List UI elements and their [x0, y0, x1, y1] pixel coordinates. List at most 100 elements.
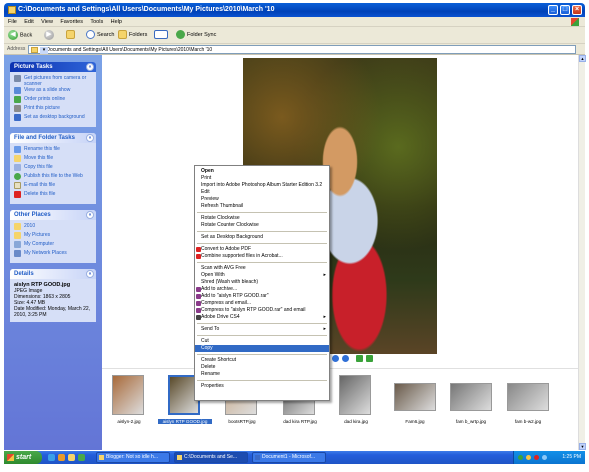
thumbnail-item[interactable]: fam b_wrtp.jpg [448, 373, 494, 433]
forward-button[interactable]: ▶ [44, 30, 56, 41]
tray-icon[interactable] [526, 455, 531, 460]
other-places-header[interactable]: Other Places « [10, 210, 96, 220]
context-menu-item[interactable]: Rename [195, 371, 329, 378]
collapse-chevron-icon[interactable]: « [86, 63, 94, 71]
menu-tools[interactable]: Tools [90, 17, 103, 27]
context-menu-item[interactable]: Properties [195, 383, 329, 390]
task-rename[interactable]: Rename this file [14, 146, 92, 155]
folder-sync-button[interactable]: Folder Sync [176, 30, 216, 41]
menu-file[interactable]: File [8, 17, 17, 27]
menu-view[interactable]: View [41, 17, 53, 27]
place-my-pictures[interactable]: My Pictures [14, 232, 92, 241]
context-menu-item[interactable]: Add to archive... [195, 286, 329, 293]
context-menu-item[interactable]: Compress to "aislyn RTP GOOD.rar" and em… [195, 307, 329, 314]
collapse-chevron-icon[interactable]: « [86, 134, 94, 142]
thumbnail-item[interactable]: fam b-w2.jpg [505, 373, 551, 433]
context-menu-item[interactable]: Add to "aislyn RTP GOOD.rar" [195, 293, 329, 300]
previous-image-button[interactable] [332, 355, 339, 362]
context-menu-item[interactable]: Create Shortcut [195, 357, 329, 364]
address-dropdown-button[interactable]: ▾ [40, 47, 48, 54]
task-delete[interactable]: Delete this file [14, 191, 92, 200]
task-get-pictures[interactable]: Get pictures from camera or scanner [14, 75, 92, 87]
close-button[interactable]: × [572, 5, 582, 15]
context-menu-item[interactable]: Set as Desktop Background [195, 234, 329, 241]
taskbar-button-word[interactable]: Document1 - Microsof... [252, 452, 326, 463]
context-menu-item[interactable]: Rotate Clockwise [195, 215, 329, 222]
scroll-up-button[interactable]: ▲ [579, 55, 586, 62]
scroll-down-button[interactable]: ▼ [579, 443, 586, 450]
title-bar: C:\Documents and Settings\All Users\Docu… [4, 3, 585, 17]
ie-icon[interactable] [48, 454, 55, 461]
address-field[interactable]: C:\Documents and Settings\All Users\Docu… [28, 45, 576, 54]
task-copy[interactable]: Copy this file [14, 164, 92, 173]
task-move[interactable]: Move this file [14, 155, 92, 164]
tray-icon[interactable] [518, 455, 523, 460]
search-button[interactable]: Search [86, 30, 114, 41]
menu-favorites[interactable]: Favorites [60, 17, 83, 27]
context-menu-item[interactable]: Open With ▸ [195, 272, 329, 279]
rotate-clockwise-icon[interactable] [356, 355, 363, 362]
context-menu-item[interactable]: Edit [195, 189, 329, 196]
thumbnail-item[interactable]: dad kira.jpg [333, 373, 379, 433]
messenger-icon[interactable] [78, 454, 85, 461]
context-menu-item[interactable]: Copy [195, 345, 329, 352]
picture-tasks-header[interactable]: Picture Tasks « [10, 62, 96, 72]
context-menu-item[interactable]: Import into Adobe Photoshop Album Starte… [195, 182, 329, 189]
tray-icon[interactable] [534, 455, 539, 460]
taskbar-button-explorer[interactable]: C:\Documents and Se... [174, 452, 248, 463]
word-icon [255, 455, 260, 460]
context-menu-item[interactable]: Compress and email... [195, 300, 329, 307]
context-menu-item[interactable]: Delete [195, 364, 329, 371]
place-my-network[interactable]: My Network Places [14, 250, 92, 259]
start-button[interactable]: start [4, 451, 42, 464]
tray-icon[interactable] [542, 455, 547, 460]
task-email[interactable]: E-mail this file [14, 182, 92, 191]
clock: 1:25 PM [562, 454, 581, 460]
vertical-scrollbar[interactable]: ▲ ▼ [578, 55, 586, 450]
taskbar-button-blogger[interactable]: Blogger: Not so idle h... [96, 452, 170, 463]
menu-help[interactable]: Help [111, 17, 122, 27]
menu-item-label: Preview [201, 196, 219, 202]
task-order-prints[interactable]: Order prints online [14, 96, 92, 105]
next-image-button[interactable] [342, 355, 349, 362]
context-menu-item[interactable]: Preview [195, 196, 329, 203]
menu-edit[interactable]: Edit [24, 17, 33, 27]
context-menu-item[interactable]: Adobe Drive CS4 ▸ [195, 314, 329, 321]
folders-button[interactable]: Folders [118, 30, 147, 41]
thumbnail-item[interactable]: Fam6.jpg [392, 373, 438, 433]
task-slide-show[interactable]: View as a slide show [14, 87, 92, 96]
context-menu: Open Print Import into Adobe Photoshop Alb… [194, 165, 330, 401]
context-menu-item[interactable]: Shred (Wash with bleach) [195, 279, 329, 286]
back-button[interactable]: ◀ Back [8, 30, 32, 41]
minimize-button[interactable]: _ [548, 5, 558, 15]
menu-item-icon [196, 287, 201, 292]
collapse-chevron-icon[interactable]: « [86, 270, 94, 278]
task-publish[interactable]: Publish this file to the Web [14, 173, 92, 182]
context-menu-item[interactable]: Open [195, 168, 329, 175]
thumbnail-label: aislyn-2.jpg [117, 419, 141, 424]
up-folder-button[interactable] [66, 30, 77, 41]
context-menu-item[interactable]: Combine supported files in Acrobat... [195, 253, 329, 260]
media-player-icon[interactable] [58, 454, 65, 461]
context-menu-item[interactable]: Cut [195, 338, 329, 345]
maximize-button[interactable]: □ [560, 5, 570, 15]
views-button[interactable] [154, 30, 170, 41]
file-folder-tasks-header[interactable]: File and Folder Tasks « [10, 133, 96, 143]
collapse-chevron-icon[interactable]: « [86, 211, 94, 219]
context-menu-item[interactable]: Scan with AVG Free [195, 265, 329, 272]
details-header[interactable]: Details « [10, 269, 96, 279]
task-set-desktop[interactable]: Set as desktop background [14, 114, 92, 123]
place-2010[interactable]: 2010 [14, 223, 92, 232]
task-print-picture[interactable]: Print this picture [14, 105, 92, 114]
context-menu-item[interactable]: Refresh Thumbnail [195, 203, 329, 210]
place-my-computer[interactable]: My Computer [14, 241, 92, 250]
context-menu-item[interactable]: Send To ▸ [195, 326, 329, 333]
context-menu-item[interactable]: Rotate Counter Clockwise [195, 222, 329, 229]
show-desktop-icon[interactable] [68, 454, 75, 461]
context-menu-item[interactable]: Print [195, 175, 329, 182]
thumbnail-item[interactable]: aislyn-2.jpg [106, 373, 152, 433]
context-menu-item[interactable]: Convert to Adobe PDF [195, 246, 329, 253]
rotate-counterclockwise-icon[interactable] [366, 355, 373, 362]
filmstrip-preview [102, 55, 578, 368]
menu-item-label: Compress and email... [201, 300, 252, 306]
